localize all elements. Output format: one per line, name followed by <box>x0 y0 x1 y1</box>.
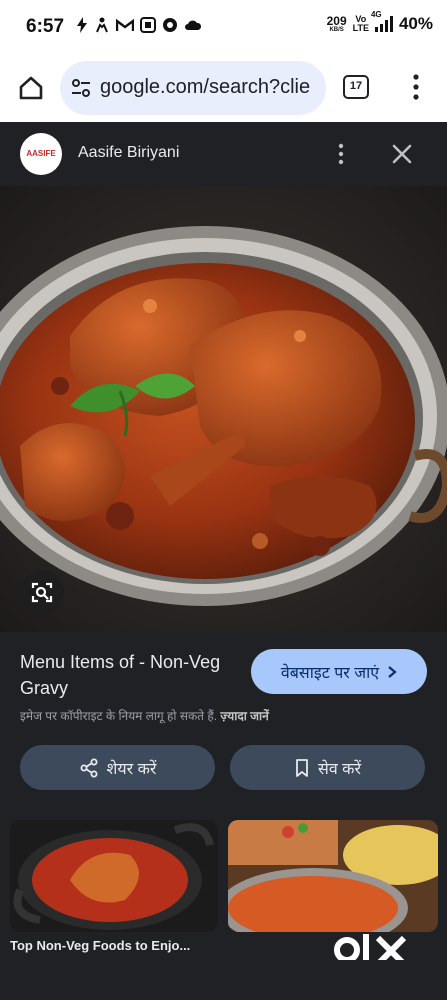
image-viewer-panel: AASIFE Aasife Biriyani Menu Items of - N… <box>0 122 447 1000</box>
visit-website-label: वेबसाइट पर जाएं <box>280 664 380 682</box>
share-button[interactable]: शेयर करें <box>20 745 215 790</box>
signal-indicator: 4G <box>371 10 393 32</box>
app-icon <box>140 17 156 33</box>
flash-icon <box>77 17 87 33</box>
volte-bottom: LTE <box>352 23 369 33</box>
cloud-icon <box>185 20 202 30</box>
chrome-icon <box>163 18 177 32</box>
status-bar: 6:57 209 KB/S Vo LTE 4G 40% <box>0 0 447 54</box>
person-walk-icon <box>96 17 108 33</box>
tab-switcher-button[interactable]: 17 <box>343 75 369 99</box>
chevron-right-icon <box>388 665 397 678</box>
volte-indicator: Vo LTE <box>353 15 369 33</box>
save-label: सेव करें <box>318 760 361 778</box>
browser-menu-icon[interactable] <box>409 72 423 102</box>
related-curry-image <box>10 820 218 932</box>
url-text[interactable]: google.com/search?clie <box>100 76 318 99</box>
speed-unit: KB/S <box>329 26 344 33</box>
lens-search-button[interactable] <box>20 570 64 614</box>
chicken-curry-image <box>0 186 447 632</box>
network-type: 4G <box>370 10 382 19</box>
related-image-1[interactable] <box>10 820 218 932</box>
bookmark-icon <box>296 758 308 777</box>
save-button[interactable]: सेव करें <box>230 745 425 790</box>
battery-level: 40% <box>398 14 433 33</box>
gmail-icon <box>116 18 134 31</box>
related-image-2[interactable] <box>228 820 438 932</box>
learn-more-link[interactable]: ज़्यादा जानें <box>220 709 268 723</box>
copyright-notice: इमेज पर कॉपीराइट के नियम लागू हो सकते है… <box>20 707 269 724</box>
browser-toolbar: google.com/search?clie 17 <box>0 54 447 122</box>
status-time: 6:57 <box>26 16 65 37</box>
site-settings-icon[interactable] <box>70 77 92 99</box>
more-options-icon[interactable] <box>334 142 348 166</box>
share-icon <box>80 758 97 777</box>
image-title[interactable]: Menu Items of - Non-Veg Gravy <box>20 649 240 701</box>
address-bar[interactable]: google.com/search?clie <box>60 61 326 115</box>
panel-header: AASIFE Aasife Biriyani <box>0 122 447 186</box>
network-speed: 209 KB/S <box>327 15 347 34</box>
related-caption[interactable]: Top Non-Veg Foods to Enjo... <box>10 938 220 953</box>
notification-icons <box>76 17 202 33</box>
related-biryani-image <box>228 820 438 932</box>
copyright-text: इमेज पर कॉपीराइट के नियम लागू हो सकते है… <box>20 709 218 723</box>
share-label: शेयर करें <box>106 760 157 778</box>
site-name[interactable]: Aasife Biriyani <box>78 144 179 162</box>
site-logo: AASIFE <box>20 133 62 175</box>
status-right: 209 KB/S Vo LTE 4G 40% <box>327 10 433 34</box>
home-icon[interactable] <box>17 74 45 102</box>
visit-website-button[interactable]: वेबसाइट पर जाएं <box>251 649 427 694</box>
speed-value: 209 <box>326 13 347 28</box>
bottom-spacer <box>0 960 447 1000</box>
close-icon[interactable] <box>390 142 414 166</box>
lens-icon <box>31 582 53 603</box>
preview-image[interactable] <box>0 186 447 632</box>
